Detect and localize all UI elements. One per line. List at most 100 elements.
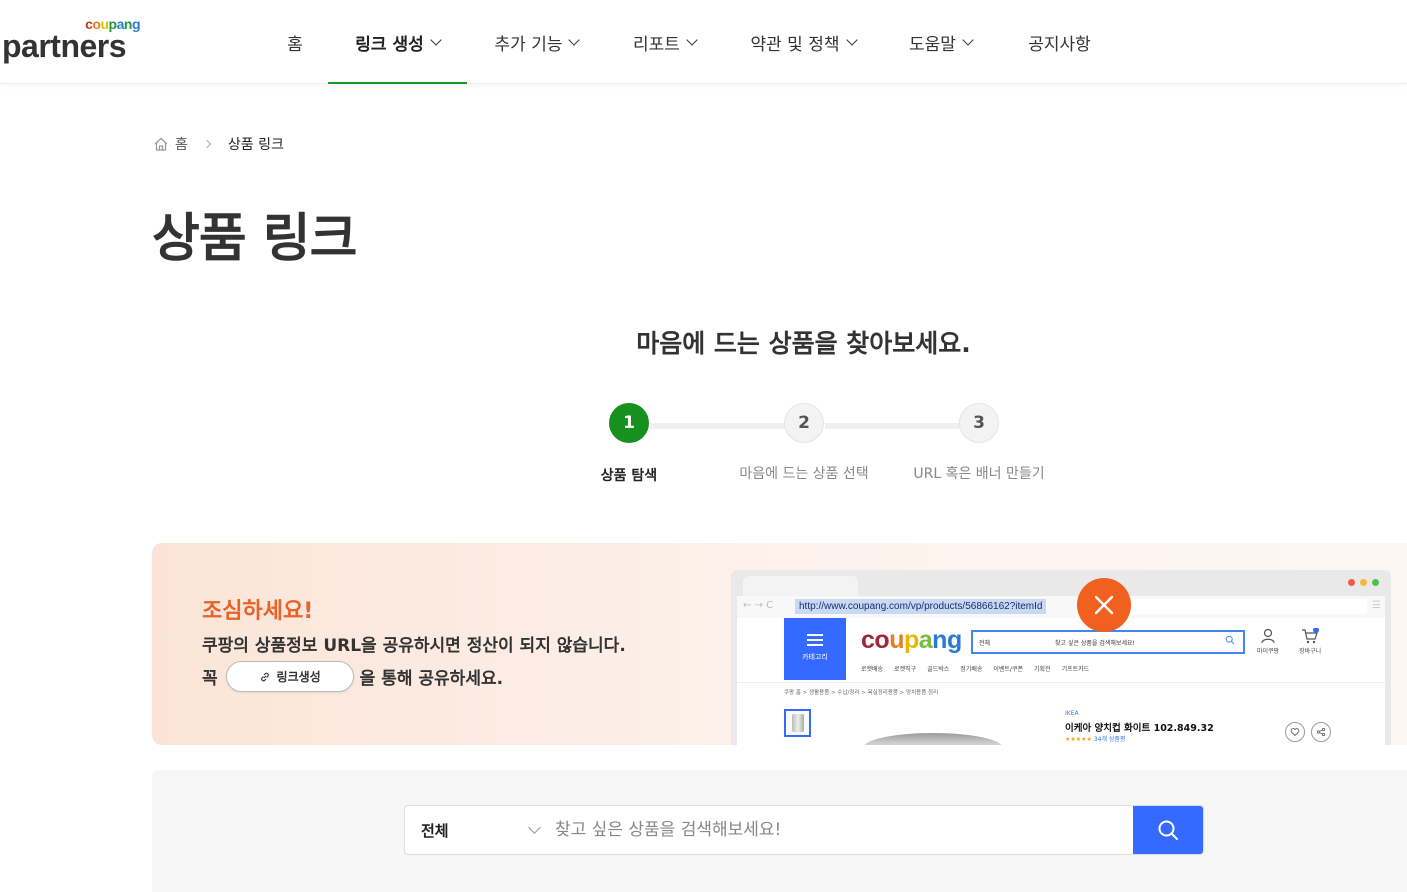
divider bbox=[737, 682, 1385, 683]
nav-label: 도움말 bbox=[909, 34, 956, 55]
chevron-down-icon bbox=[568, 33, 581, 46]
breadcrumb: 홈 상품 링크 bbox=[153, 134, 284, 154]
nav-label: 리포트 bbox=[633, 34, 680, 55]
coupang-logo-letter: o bbox=[874, 626, 890, 654]
product-search-panel: 전체 bbox=[152, 770, 1407, 892]
nav-label: 홈 bbox=[287, 34, 303, 55]
warning-banner: 조심하세요! 쿠팡의 상품정보 URL을 공유하시면 정산이 되지 않습니다. … bbox=[152, 543, 1407, 745]
cart-label: 장바구니 bbox=[1299, 648, 1322, 655]
search-button[interactable] bbox=[1133, 806, 1203, 854]
nav-extra-features[interactable]: 추가 기능 bbox=[467, 0, 606, 84]
step-3: 3 URL 혹은 배너 만들기 bbox=[909, 403, 1049, 483]
pill-label: 링크생성 bbox=[276, 670, 321, 684]
nav-notice[interactable]: 공지사항 bbox=[998, 0, 1121, 84]
step-label: 상품 탐색 bbox=[600, 468, 658, 484]
coupang-logo-letter: u bbox=[889, 626, 904, 654]
user-icon bbox=[1261, 628, 1275, 644]
step-number: 2 bbox=[784, 403, 824, 443]
step-number: 1 bbox=[609, 403, 649, 443]
page-title: 상품 링크 bbox=[152, 209, 357, 269]
mock-search-placeholder: 찾고 싶은 상품을 검색해보세요! bbox=[1055, 640, 1135, 647]
home-icon bbox=[154, 137, 168, 151]
warning-suffix: 을 통해 공유하세요. bbox=[359, 669, 504, 689]
mock-subnav-item: 이벤트/쿠폰 bbox=[993, 666, 1023, 673]
breadcrumb-home[interactable]: 홈 bbox=[175, 134, 188, 154]
my-coupang: 마이쿠팡 bbox=[1257, 628, 1279, 655]
mock-subnav-item: 기프트카드 bbox=[1061, 666, 1090, 673]
nav-label: 공지사항 bbox=[1028, 34, 1091, 55]
nav-home[interactable]: 홈 bbox=[262, 0, 328, 84]
step-label: 마음에 드는 상품 선택 bbox=[739, 466, 869, 482]
star-icons: ★★★★★ bbox=[1065, 736, 1092, 743]
nav-report[interactable]: 리포트 bbox=[606, 0, 723, 84]
close-x-icon bbox=[1077, 578, 1131, 632]
link-icon bbox=[260, 672, 269, 681]
section-title: 마음에 드는 상품을 찾아보세요. bbox=[636, 329, 971, 358]
mock-subnav-item: 로켓직구 bbox=[894, 666, 917, 673]
coupang-browser-illustration: ← → C http://www.coupang.com/vp/products… bbox=[731, 570, 1391, 745]
nav-link-create[interactable]: 링크 생성 bbox=[328, 0, 467, 84]
product-brand: IKEA bbox=[1065, 710, 1079, 717]
mock-user-icons: 마이쿠팡 장바구니 bbox=[1257, 627, 1322, 655]
mock-search-bar: 전체 찾고 싶은 상품을 검색해보세요! bbox=[971, 630, 1245, 654]
logo-partners-text: partners bbox=[2, 28, 127, 64]
nav-help[interactable]: 도움말 bbox=[883, 0, 998, 84]
chevron-down-icon bbox=[962, 33, 974, 46]
mock-subnav-item: 로켓배송 bbox=[861, 666, 884, 673]
step-label: URL 혹은 배너 만들기 bbox=[913, 466, 1045, 482]
product-name: 이케아 양치컵 화이트 102.849.32 bbox=[1065, 723, 1214, 734]
breadcrumb-current: 상품 링크 bbox=[227, 137, 284, 153]
warning-prefix: 꼭 bbox=[202, 669, 218, 689]
mock-subnav: 로켓배송 로켓직구 골드박스 정기배송 이벤트/쿠폰 기획전 기프트카드 bbox=[861, 664, 1089, 673]
review-count: 34개 상품평 bbox=[1093, 736, 1126, 743]
progress-stepper: 1 상품 탐색 2 마음에 드는 상품 선택 3 URL 혹은 배너 만들기 bbox=[580, 403, 1045, 493]
search-input[interactable] bbox=[555, 806, 1133, 854]
coupang-partners-logo[interactable]: coupang partners bbox=[2, 16, 142, 66]
browser-tab bbox=[743, 576, 858, 596]
step-2: 2 마음에 드는 상품 선택 bbox=[734, 403, 874, 483]
step-1: 1 상품 탐색 bbox=[559, 403, 699, 485]
close-dot-icon bbox=[1348, 579, 1355, 586]
mock-subnav-item: 기획전 bbox=[1034, 666, 1051, 673]
heart-icon bbox=[1285, 722, 1305, 742]
hamburger-icon bbox=[807, 634, 823, 646]
chevron-down-icon bbox=[528, 821, 541, 834]
chevron-right-icon bbox=[202, 139, 212, 149]
menu-icon: ☰ bbox=[1372, 600, 1381, 611]
share-icon bbox=[1311, 722, 1331, 742]
main-nav: 홈 링크 생성 추가 기능 리포트 약관 및 정책 도움말 공지사항 bbox=[262, 0, 1121, 84]
window-controls bbox=[1348, 579, 1379, 586]
logo-letter: g bbox=[131, 16, 141, 32]
coupang-logo: coupang bbox=[861, 626, 962, 655]
coupang-page-illustration: 카테고리 coupang 전체 찾고 싶은 상품을 검색해보세요! 마이쿠팡 장… bbox=[737, 618, 1385, 745]
coupang-logo-letter: g bbox=[946, 626, 962, 654]
step-number: 3 bbox=[959, 403, 999, 443]
cart-icon bbox=[1302, 627, 1320, 644]
mock-subnav-item: 정기배송 bbox=[960, 666, 983, 673]
browser-address-bar: ← → C http://www.coupang.com/vp/products… bbox=[737, 596, 1385, 618]
mock-url: http://www.coupang.com/vp/products/56866… bbox=[795, 599, 1047, 614]
chevron-down-icon bbox=[845, 33, 858, 46]
coupang-logo-letter: p bbox=[903, 626, 919, 654]
product-search-box: 전체 bbox=[404, 805, 1204, 855]
warning-title: 조심하세요! bbox=[202, 599, 314, 624]
mock-subnav-item: 골드박스 bbox=[927, 666, 950, 673]
product-image bbox=[863, 733, 1003, 745]
nav-terms-policy[interactable]: 약관 및 정책 bbox=[723, 0, 883, 84]
mock-search-select: 전체 bbox=[979, 640, 991, 647]
product-rating: ★★★★★ 34개 상품평 bbox=[1065, 734, 1125, 743]
nav-label: 약관 및 정책 bbox=[750, 34, 840, 55]
warning-message: 쿠팡의 상품정보 URL을 공유하시면 정산이 되지 않습니다. bbox=[202, 636, 626, 656]
chevron-down-icon bbox=[430, 33, 442, 46]
coupang-logo-letter: a bbox=[918, 626, 933, 654]
link-create-pill: 링크생성 bbox=[225, 661, 354, 692]
cart: 장바구니 bbox=[1299, 627, 1322, 655]
coupang-logo-letter: n bbox=[932, 626, 947, 654]
chevron-down-icon bbox=[686, 33, 698, 46]
top-header: coupang partners 홈 링크 생성 추가 기능 리포트 약관 및 … bbox=[0, 0, 1407, 84]
warning-instruction: 꼭 링크생성 을 통해 공유하세요. bbox=[202, 661, 503, 692]
search-category-value: 전체 bbox=[421, 821, 449, 840]
search-category-select[interactable]: 전체 bbox=[405, 806, 549, 854]
mock-breadcrumb: 쿠팡 홈 > 생활용품 > 수납/정리 > 욕실정리용품 > 양치용품 정리 bbox=[784, 690, 939, 696]
nav-label: 추가 기능 bbox=[494, 34, 563, 55]
